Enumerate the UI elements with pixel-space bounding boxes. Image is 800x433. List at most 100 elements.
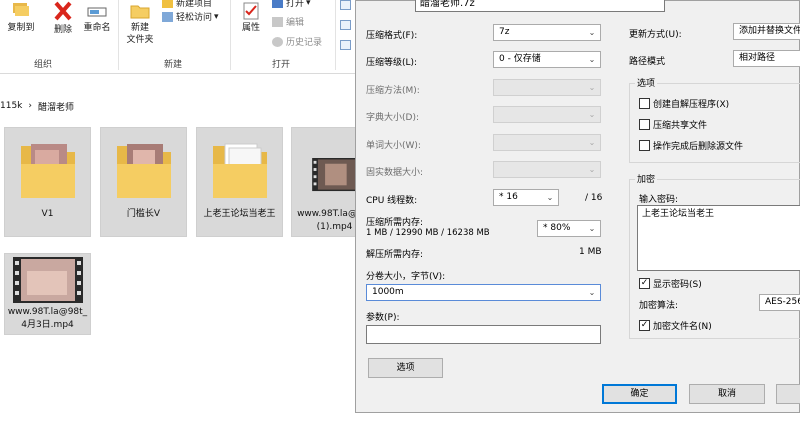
chevron-down-icon: ⌄ — [588, 165, 596, 174]
select-icon-stack[interactable] — [340, 0, 354, 11]
easy-access-button[interactable]: 轻松访问 ▾ — [162, 10, 219, 23]
dictionary-select[interactable]: ⌄ — [493, 106, 601, 123]
new-item-icon — [162, 0, 173, 8]
select-icon-stack-3[interactable] — [340, 38, 354, 51]
threads-max: / 16 — [585, 193, 603, 203]
parameters-input[interactable] — [366, 325, 601, 344]
rename-button[interactable]: 重命名 — [80, 2, 114, 34]
new-item-button[interactable]: 新建项目 — [162, 0, 212, 9]
copy-to-label: 复制到 — [7, 23, 35, 33]
properties-icon — [243, 2, 259, 20]
folder-icon — [213, 143, 267, 198]
folder-item[interactable]: 门槛长V — [100, 127, 187, 237]
history-icon — [272, 36, 283, 47]
history-button[interactable]: 历史记录 — [272, 35, 322, 48]
select-none-icon — [340, 19, 351, 30]
breadcrumb-segment[interactable]: 醋溜老师 — [38, 100, 74, 113]
word-size-label: 单词大小(W): — [366, 141, 421, 151]
level-label: 压缩等级(L): — [366, 58, 418, 68]
chevron-down-icon: ⌄ — [546, 193, 554, 202]
checkbox-box — [639, 98, 650, 109]
level-value: 0 - 仅存储 — [499, 54, 541, 64]
memory-percent-value: * 80% — [543, 223, 571, 233]
path-mode-label: 路径模式 — [629, 57, 666, 67]
format-value: 7z — [499, 27, 510, 37]
delete-button[interactable]: 删除 — [48, 0, 78, 36]
cancel-button[interactable]: 取消 — [689, 384, 765, 404]
video-item[interactable]: www.98T.la@98t_4月3日.mp4 — [4, 253, 91, 335]
history-label: 历史记录 — [286, 38, 323, 48]
folder-item[interactable]: 上老王论坛当老王 — [196, 127, 283, 237]
options-group-title: 选项 — [635, 76, 658, 89]
chevron-down-icon: ▾ — [214, 11, 219, 22]
select-icon-stack-2[interactable] — [340, 18, 354, 31]
chevron-down-icon: ⌄ — [588, 224, 596, 233]
solid-block-select[interactable]: ⌄ — [493, 161, 601, 178]
decompress-memory-label: 解压所需内存: — [366, 250, 424, 260]
file-name: 门槛长V — [126, 209, 161, 219]
split-size-combo[interactable]: 1000m ⌄ — [366, 284, 601, 301]
delete-after-checkbox-label: 操作完成后删除源文件 — [653, 142, 744, 152]
threads-label: CPU 线程数: — [366, 196, 418, 206]
solid-block-label: 固实数据大小: — [366, 168, 424, 178]
path-mode-select[interactable]: 相对路径 — [733, 50, 800, 67]
memory-label: 压缩所需内存: — [366, 218, 424, 228]
sfx-checkbox[interactable]: 创建自解压程序(X) — [639, 97, 729, 110]
encryption-group-title: 加密 — [635, 172, 658, 185]
chevron-down-icon: ⌄ — [588, 83, 596, 92]
archive-name-combo[interactable]: 醋溜老师.7z — [415, 0, 665, 12]
edit-button[interactable]: 编辑 — [272, 15, 304, 28]
level-select[interactable]: 0 - 仅存储 ⌄ — [493, 51, 601, 68]
group-new-label: 新建 — [164, 60, 183, 70]
breadcrumb-segment[interactable]: 115k — [0, 101, 22, 111]
properties-button[interactable]: 属性 — [236, 2, 266, 34]
options-button[interactable]: 选项 — [368, 358, 443, 378]
help-button[interactable] — [776, 384, 800, 404]
word-size-select[interactable]: ⌄ — [493, 134, 601, 151]
chevron-down-icon: ⌄ — [588, 138, 596, 147]
password-input[interactable]: 上老王论坛当老王 — [637, 205, 800, 271]
ok-button[interactable]: 确定 — [602, 384, 677, 404]
memory-value: 1 MB / 12990 MB / 16238 MB — [366, 228, 490, 238]
method-label: 压缩方法(M): — [366, 86, 420, 96]
copy-to-icon — [13, 3, 29, 16]
delete-label: 删除 — [53, 25, 72, 35]
edit-icon — [272, 16, 283, 27]
ribbon-separator — [118, 0, 119, 70]
encryption-method-select[interactable]: AES-256 — [759, 294, 800, 311]
encryption-method-label: 加密算法: — [639, 301, 679, 311]
update-mode-select[interactable]: 添加并替换文件 — [733, 23, 800, 40]
chevron-down-icon: ⌄ — [588, 110, 596, 119]
open-label: 打开 — [286, 0, 305, 9]
group-organize-label: 组织 — [34, 60, 53, 70]
video-thumbnail-icon — [13, 257, 83, 303]
select-all-icon — [340, 0, 351, 10]
encrypt-names-checkbox[interactable]: ✓ 加密文件名(N) — [639, 319, 712, 332]
delete-after-checkbox[interactable]: 操作完成后删除源文件 — [639, 139, 743, 152]
open-button[interactable]: 打开 ▾ — [272, 0, 311, 9]
path-mode-value: 相对路径 — [739, 53, 776, 63]
checkmark-icon: ✓ — [639, 278, 650, 289]
breadcrumb[interactable]: 115k › 醋溜老师 — [0, 98, 360, 114]
format-select[interactable]: 7z ⌄ — [493, 24, 601, 41]
new-folder-button[interactable]: 新建 文件夹 — [122, 2, 158, 46]
new-folder-icon — [130, 5, 150, 19]
properties-label: 属性 — [241, 23, 260, 33]
show-password-label: 显示密码(S) — [653, 280, 702, 290]
update-mode-label: 更新方式(U): — [629, 30, 682, 40]
copy-to-button[interactable]: 复制到 — [4, 2, 38, 34]
rename-label: 重命名 — [83, 23, 111, 33]
new-item-label: 新建项目 — [176, 0, 213, 9]
show-password-checkbox[interactable]: ✓ 显示密码(S) — [639, 277, 702, 290]
split-size-label: 分卷大小，字节(V): — [366, 272, 446, 282]
file-name: www.98T.la@98t_4月3日.mp4 — [7, 307, 88, 330]
folder-item[interactable]: V1 — [4, 127, 91, 237]
file-name: V1 — [41, 209, 54, 219]
update-mode-value: 添加并替换文件 — [739, 26, 800, 36]
shared-files-checkbox[interactable]: 压缩共享文件 — [639, 118, 707, 131]
method-select[interactable]: ⌄ — [493, 79, 601, 96]
edit-label: 编辑 — [286, 18, 305, 28]
invert-selection-icon — [340, 39, 351, 50]
threads-select[interactable]: * 16 ⌄ — [493, 189, 559, 206]
memory-percent-select[interactable]: * 80% ⌄ — [537, 220, 601, 237]
